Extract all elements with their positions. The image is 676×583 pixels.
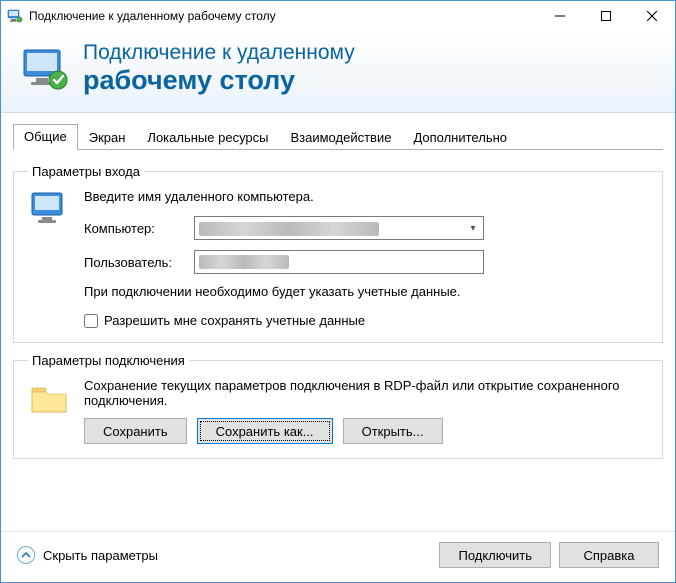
login-group: Параметры входа Введите имя удаленного к… [13,164,663,343]
open-button[interactable]: Открыть... [343,418,443,444]
window-title: Подключение к удаленному рабочему столу [29,9,537,23]
user-label: Пользователь: [84,255,194,270]
maximize-button[interactable] [583,1,629,31]
computer-label: Компьютер: [84,221,194,236]
remember-label: Разрешить мне сохранять учетные данные [104,313,365,328]
login-computer-icon [28,189,70,328]
tab-advanced[interactable]: Дополнительно [402,125,518,150]
header: Подключение к удаленному рабочему столу [1,31,675,113]
minimize-button[interactable] [537,1,583,31]
computer-value [199,220,465,236]
help-button[interactable]: Справка [559,542,659,568]
connection-group-legend: Параметры подключения [28,353,189,368]
tabs: Общие Экран Локальные ресурсы Взаимодейс… [13,123,663,150]
login-hint: Введите имя удаленного компьютера. [84,189,648,204]
remember-checkbox-input[interactable] [84,314,98,328]
user-field[interactable] [194,250,484,274]
header-monitor-icon [21,45,69,93]
connection-group: Параметры подключения Сохранение текущих… [13,353,663,459]
tab-general[interactable]: Общие [13,124,78,150]
header-line1: Подключение к удаленному [83,41,355,65]
header-title: Подключение к удаленному рабочему столу [83,41,355,96]
titlebar: Подключение к удаленному рабочему столу [1,1,675,31]
tab-local-resources[interactable]: Локальные ресурсы [136,125,279,150]
computer-combobox[interactable]: ▾ [194,216,484,240]
footer: Скрыть параметры Подключить Справка [1,531,675,582]
remember-credentials-checkbox[interactable]: Разрешить мне сохранять учетные данные [84,313,648,328]
app-icon [7,8,23,24]
collapse-icon[interactable] [17,546,35,564]
connection-hint: Сохранение текущих параметров подключени… [84,378,648,408]
connect-button[interactable]: Подключить [439,542,551,568]
tab-experience[interactable]: Взаимодействие [280,125,403,150]
save-button[interactable]: Сохранить [84,418,187,444]
tab-content: Параметры входа Введите имя удаленного к… [1,150,675,531]
folder-icon [28,378,70,444]
close-button[interactable] [629,1,675,31]
tab-display[interactable]: Экран [78,125,137,150]
window-controls [537,1,675,31]
rdp-window: Подключение к удаленному рабочему столу [0,0,676,583]
hide-options-link[interactable]: Скрыть параметры [43,548,431,563]
save-as-button[interactable]: Сохранить как... [197,418,333,444]
credentials-note: При подключении необходимо будет указать… [84,284,648,299]
header-line2: рабочему столу [83,65,355,96]
chevron-down-icon: ▾ [465,223,481,234]
tabs-container: Общие Экран Локальные ресурсы Взаимодейс… [1,113,675,150]
login-group-legend: Параметры входа [28,164,144,179]
